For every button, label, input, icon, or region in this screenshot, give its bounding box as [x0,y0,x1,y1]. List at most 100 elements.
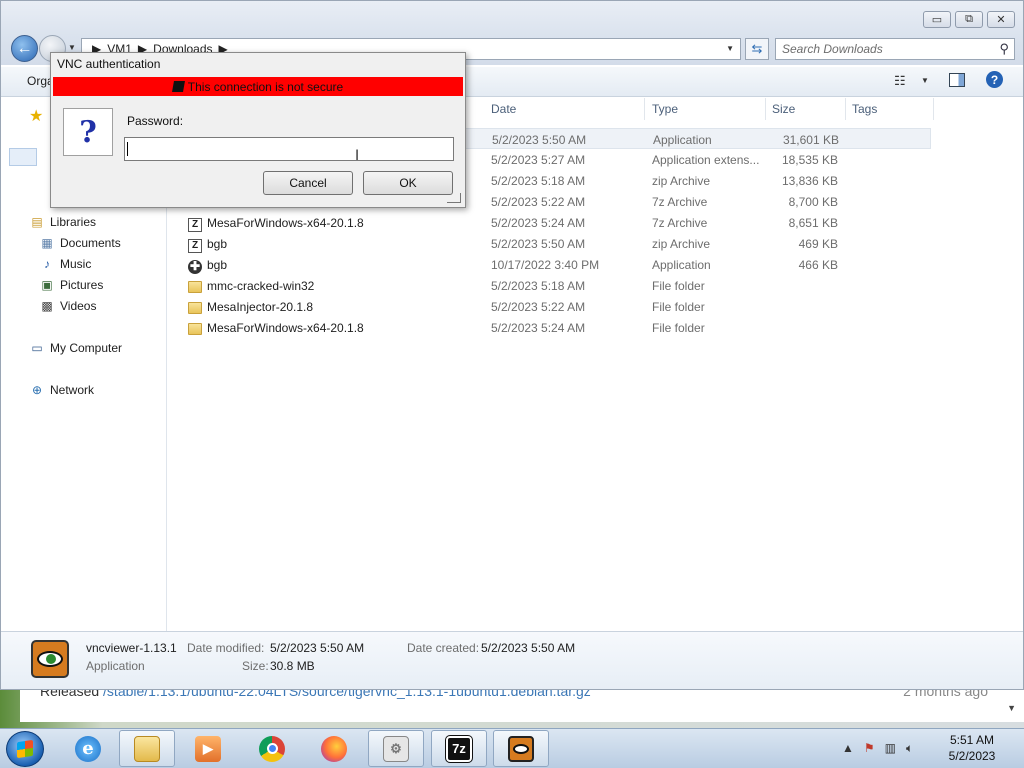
window-controls: ▭ ⧉ ✕ [923,11,1015,28]
start-button[interactable] [6,731,44,767]
archive-icon: Z [187,235,203,253]
taskbar-chrome[interactable] [244,730,300,767]
column-header-size[interactable]: Size [766,98,846,120]
cancel-button[interactable]: Cancel [263,171,353,195]
action-center-flag-icon[interactable]: ⚑ [864,741,875,756]
file-size: 8,651 KB [788,216,838,230]
system-gear-icon: ⚙ [383,735,409,762]
file-type: Application [652,258,711,272]
archive-icon: Z [187,214,203,232]
file-date: 5/2/2023 5:22 AM [491,195,586,209]
file-name: bgb [207,237,228,251]
file-size: 469 KB [798,237,838,251]
file-type: File folder [652,300,705,314]
search-icon[interactable]: ⚲ [999,41,1009,57]
vncviewer-icon [31,640,69,678]
password-label: Password: [127,114,184,128]
documents-icon: ▦ [41,236,53,250]
bgb-app-icon: ✚ [188,259,202,274]
clock-date: 5/2/2023 [948,749,996,763]
taskbar-system-window[interactable]: ⚙ [368,730,424,767]
file-date: 5/2/2023 5:27 AM [491,153,586,167]
sidebar-item-documents[interactable]: ▦ Documents [39,235,120,251]
details-pane: vncviewer-1.13.1 Application Date modifi… [1,631,1023,689]
table-row[interactable]: MesaInjector-20.1.8 5/2/2023 5:22 AM Fil… [171,296,931,317]
explorer-titlebar[interactable]: ▭ ⧉ ✕ [1,1,1023,35]
videos-icon: ▩ [41,299,53,313]
file-name: MesaForWindows-x64-20.1.8 [207,321,364,335]
unlocked-icon [171,81,185,92]
file-size: 8,700 KB [788,195,838,209]
table-row[interactable]: mmc-cracked-win32 5/2/2023 5:18 AM File … [171,275,931,296]
selected-nav-item[interactable] [9,148,37,166]
folder-icon [187,277,203,293]
sidebar-item-pictures[interactable]: ▣ Pictures [39,277,103,293]
volume-icon[interactable]: 🔈︎ [906,741,913,756]
back-button[interactable]: ← [11,35,38,62]
preview-pane-icon[interactable] [949,73,965,87]
file-size: 18,535 KB [781,153,838,167]
table-row[interactable]: Z MesaForWindows-x64-20.1.8 5/2/2023 5:2… [171,212,931,233]
resize-grip-icon[interactable] [447,193,461,203]
table-row[interactable]: Z bgb 5/2/2023 5:50 AM zip Archive 469 K… [171,233,931,254]
column-header-tags[interactable]: Tags [846,98,934,120]
vncviewer-icon [508,735,534,762]
sidebar-item-videos[interactable]: ▩ Videos [39,298,96,314]
sidebar-item-libraries[interactable]: ▤ Libraries [29,214,96,230]
computer-icon: ▭ [31,341,43,355]
help-icon[interactable]: ? [986,71,1003,88]
firefox-icon [321,735,347,762]
file-type: 7z Archive [652,195,708,209]
details-file-kind: Application [86,659,145,673]
taskbar-clock[interactable]: 5:51 AM 5/2/2023 [930,732,1014,764]
address-dropdown-icon[interactable]: ▼ [726,44,734,53]
restore-button[interactable]: ⧉ [955,11,983,28]
views-icon[interactable]: ☷ [894,73,906,89]
file-date: 5/2/2023 5:24 AM [491,321,586,335]
sidebar-item-music[interactable]: ♪ Music [39,256,91,272]
taskbar-firefox[interactable] [306,730,362,767]
column-header-type[interactable]: Type [646,98,766,120]
insecure-warning-text: This connection is not secure [187,79,344,94]
sidebar-item-label: Music [60,257,92,271]
views-dropdown-icon[interactable]: ▼ [921,76,929,85]
minimize-button[interactable]: ▭ [923,11,951,28]
question-icon: ? [63,108,113,156]
search-input[interactable] [776,39,981,59]
sidebar-item-network[interactable]: ⊕ Network [29,382,94,398]
close-button[interactable]: ✕ [987,11,1015,28]
sidebar-item-my-computer[interactable]: ▭ My Computer [29,340,122,356]
favorites-star-icon[interactable]: ★ [29,106,43,126]
show-hidden-icons-icon[interactable]: ▲ [842,741,854,756]
network-status-icon[interactable]: ▥ [885,741,896,756]
ibeam-cursor-icon: I [355,148,360,164]
refresh-button[interactable]: ⇆ [745,38,769,60]
sidebar-item-label: Libraries [50,215,97,229]
sidebar-item-label: Videos [60,299,97,313]
recent-pages-dropdown-icon[interactable]: ▼ [68,43,76,52]
taskbar-internet-explorer[interactable]: e [60,730,116,767]
folder-icon [187,298,203,314]
size-label: Size: [242,659,269,673]
file-type: File folder [652,321,705,335]
ok-button[interactable]: OK [363,171,453,195]
password-field[interactable] [124,137,454,161]
table-row[interactable]: MesaForWindows-x64-20.1.8 5/2/2023 5:24 … [171,317,931,338]
text-caret [127,142,128,156]
taskbar-7zip[interactable]: 7z [431,730,487,767]
table-row[interactable]: ✚ bgb 10/17/2022 3:40 PM Application 466… [171,254,931,275]
file-type: Application extens... [652,153,760,167]
date-modified-label: Date modified: [187,641,265,655]
scroll-down-arrow-icon[interactable]: ▼ [1007,703,1016,713]
file-type: 7z Archive [652,216,708,230]
search-box[interactable]: ⚲ [775,38,1015,60]
taskbar-file-explorer[interactable] [119,730,175,767]
music-icon: ♪ [44,257,50,271]
file-name: bgb [207,258,228,272]
taskbar-vncviewer[interactable] [493,730,549,767]
file-size: 31,601 KB [782,133,839,147]
column-header-date[interactable]: Date [485,98,645,120]
folder-icon [187,319,203,335]
taskbar-media-player[interactable]: ▶ [180,730,236,767]
sidebar-item-label: Network [50,383,95,397]
